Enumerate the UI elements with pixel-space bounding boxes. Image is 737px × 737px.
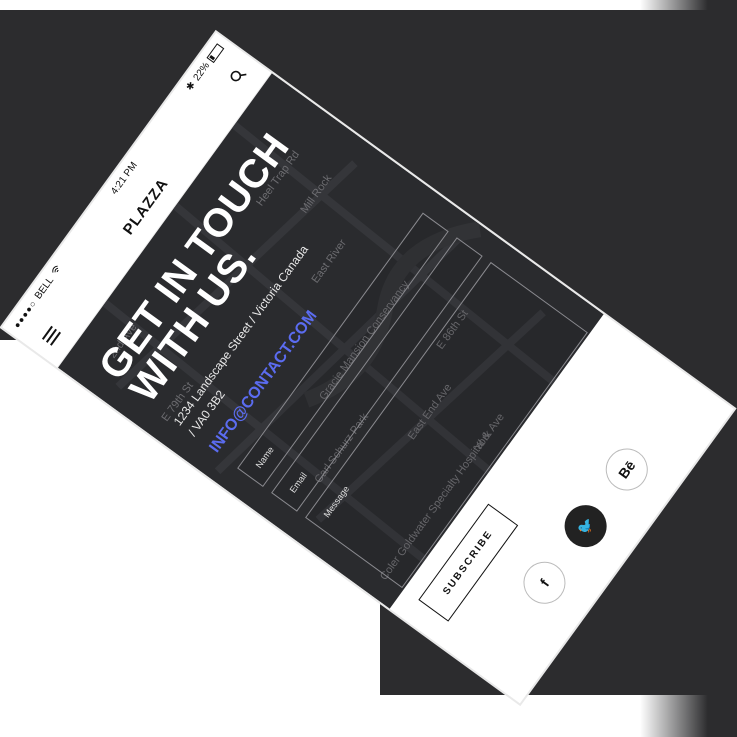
battery-icon: [206, 42, 224, 63]
bluetooth-icon: ✱: [183, 79, 198, 93]
wifi-icon: [49, 264, 64, 279]
hamburger-icon[interactable]: [39, 324, 63, 348]
facebook-icon[interactable]: f: [515, 553, 574, 613]
behance-icon[interactable]: Bē: [597, 440, 657, 499]
twitter-icon[interactable]: 🐦: [556, 496, 615, 556]
search-icon[interactable]: [226, 64, 252, 89]
